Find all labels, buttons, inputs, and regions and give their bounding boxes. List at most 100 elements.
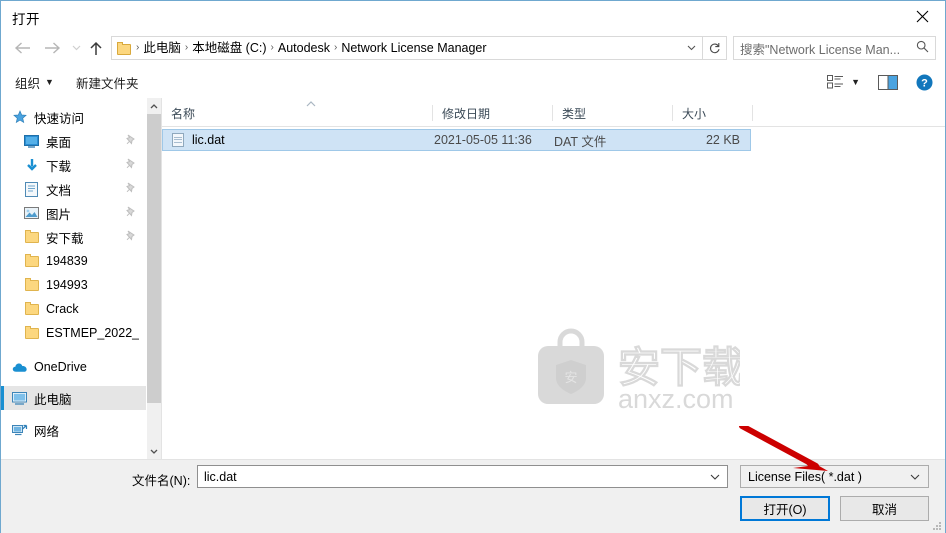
close-button[interactable] bbox=[899, 1, 945, 31]
file-name-label: lic.dat bbox=[192, 133, 225, 147]
column-header-name[interactable]: 名称 bbox=[162, 101, 433, 125]
forward-arrow-icon bbox=[44, 42, 60, 54]
watermark-cn-text: 安下载 bbox=[618, 343, 740, 392]
filename-input[interactable]: lic.dat bbox=[197, 465, 728, 488]
toolbar: 组织 ▼ 新建文件夹 ▼ ? bbox=[1, 66, 945, 98]
up-button[interactable] bbox=[85, 32, 107, 64]
sidebar-item-estmep-2022[interactable]: ESTMEP_2022_ bbox=[1, 321, 146, 345]
scroll-down-icon[interactable] bbox=[147, 443, 161, 459]
navigation-bar: › 此电脑 › 本地磁盘 (C:) › Autodesk › Network L… bbox=[1, 32, 945, 64]
sidebar-item-label: 桌面 bbox=[46, 135, 72, 150]
table-row[interactable]: lic.dat 2021-05-05 11:36 DAT 文件 22 KB bbox=[162, 129, 751, 151]
open-button[interactable]: 打开(O) bbox=[740, 496, 830, 521]
sidebar-item-194993[interactable]: 194993 bbox=[1, 273, 146, 297]
sidebar-item-194839[interactable]: 194839 bbox=[1, 249, 146, 273]
sidebar-item-onedrive[interactable]: OneDrive bbox=[1, 355, 146, 379]
pin-icon[interactable] bbox=[125, 206, 136, 220]
sidebar-item-documents[interactable]: 文档 bbox=[1, 177, 146, 201]
sidebar-item-label: Crack bbox=[46, 302, 79, 316]
watermark-en-text: anxz.com bbox=[618, 384, 734, 414]
dat-file-icon bbox=[172, 132, 185, 148]
file-list-pane[interactable]: 名称 修改日期 类型 大小 lic.dat 2021-05-05 11:36 D… bbox=[162, 98, 945, 459]
chevron-down-icon: ▼ bbox=[851, 76, 860, 87]
scroll-up-icon[interactable] bbox=[147, 98, 161, 114]
file-type-cell: DAT 文件 bbox=[554, 134, 607, 149]
folder-icon bbox=[23, 253, 40, 269]
sidebar-item-label: 安下载 bbox=[46, 231, 84, 246]
dialog-body: 快速访问 桌面 下载 文档 图片 安下载 194839 194993 Crack… bbox=[1, 98, 945, 459]
forward-button[interactable] bbox=[39, 32, 65, 64]
pin-icon[interactable] bbox=[125, 158, 136, 172]
pin-icon[interactable] bbox=[125, 230, 136, 244]
preview-pane-icon bbox=[878, 74, 898, 90]
folder-icon bbox=[23, 229, 40, 245]
sidebar-item-anxiazai[interactable]: 安下载 bbox=[1, 225, 146, 249]
search-icon bbox=[916, 40, 929, 56]
sidebar-item-crack[interactable]: Crack bbox=[1, 297, 146, 321]
watermark-badge-text: 安 bbox=[564, 371, 577, 386]
sidebar-item-label: 网络 bbox=[34, 424, 60, 439]
folder-icon bbox=[23, 325, 40, 341]
column-header-size[interactable]: 大小 bbox=[673, 101, 753, 125]
view-options-icon bbox=[827, 75, 844, 89]
organize-button[interactable]: 组织 ▼ bbox=[15, 73, 54, 92]
new-folder-label: 新建文件夹 bbox=[75, 76, 139, 91]
sidebar-item-downloads[interactable]: 下载 bbox=[1, 153, 146, 177]
sidebar-item-label: 此电脑 bbox=[34, 392, 72, 407]
folder-icon bbox=[117, 41, 133, 55]
filter-value: License Files( *.dat ) bbox=[748, 469, 862, 484]
recent-locations-button[interactable] bbox=[67, 32, 85, 64]
filter-dropdown[interactable]: License Files( *.dat ) bbox=[740, 465, 929, 488]
address-bar[interactable]: › 此电脑 › 本地磁盘 (C:) › Autodesk › Network L… bbox=[111, 36, 703, 60]
pin-icon[interactable] bbox=[125, 182, 136, 196]
preview-pane-button[interactable] bbox=[878, 74, 898, 90]
sidebar-item-pictures[interactable]: 图片 bbox=[1, 201, 146, 225]
sidebar-scrollbar[interactable] bbox=[146, 98, 161, 459]
back-arrow-icon bbox=[14, 42, 30, 54]
pictures-icon bbox=[23, 205, 40, 221]
filename-dropdown-button[interactable] bbox=[710, 471, 720, 483]
column-label: 类型 bbox=[562, 106, 587, 121]
sidebar-item-this-pc[interactable]: 此电脑 bbox=[1, 386, 146, 410]
sidebar-item-label: 快速访问 bbox=[34, 111, 85, 126]
address-dropdown-button[interactable] bbox=[680, 42, 702, 54]
folder-icon bbox=[23, 277, 40, 293]
column-headers: 名称 修改日期 类型 大小 bbox=[162, 101, 945, 127]
breadcrumb-item-local-disk[interactable]: 本地磁盘 (C:) bbox=[189, 37, 269, 59]
breadcrumb-item-this-pc[interactable]: 此电脑 bbox=[140, 37, 184, 59]
scrollbar-thumb[interactable] bbox=[147, 114, 161, 403]
search-input[interactable]: 搜索"Network License Man... bbox=[740, 39, 900, 58]
view-options-button[interactable]: ▼ bbox=[827, 75, 860, 89]
back-button[interactable] bbox=[9, 32, 35, 64]
refresh-button[interactable] bbox=[703, 36, 727, 60]
onedrive-icon bbox=[11, 359, 28, 375]
open-button-label: 打开(O) bbox=[763, 503, 807, 517]
sidebar-item-network[interactable]: 网络 bbox=[1, 418, 146, 442]
sidebar-item-label: ESTMEP_2022_ bbox=[46, 326, 140, 340]
chevron-down-icon: ▼ bbox=[45, 76, 54, 87]
sidebar-item-quick-access[interactable]: 快速访问 bbox=[1, 105, 146, 129]
file-name-cell: lic.dat bbox=[172, 130, 225, 150]
sidebar-item-label: 194993 bbox=[46, 278, 88, 292]
filename-value[interactable]: lic.dat bbox=[204, 470, 237, 484]
breadcrumb-item-network-license-manager[interactable]: Network License Manager bbox=[338, 37, 489, 59]
column-header-date-modified[interactable]: 修改日期 bbox=[433, 101, 553, 125]
breadcrumb-item-autodesk[interactable]: Autodesk bbox=[275, 37, 333, 59]
sidebar-item-label: 下载 bbox=[46, 159, 72, 174]
sidebar-item-label: 194839 bbox=[46, 254, 88, 268]
search-box[interactable]: 搜索"Network License Man... bbox=[733, 36, 936, 60]
column-header-type[interactable]: 类型 bbox=[553, 101, 673, 125]
resize-grip[interactable] bbox=[932, 521, 942, 531]
help-icon: ? bbox=[916, 74, 933, 90]
star-icon bbox=[11, 109, 28, 125]
filename-label: 文件名(N): bbox=[132, 474, 191, 488]
cancel-button[interactable]: 取消 bbox=[840, 496, 929, 521]
navigation-pane[interactable]: 快速访问 桌面 下载 文档 图片 安下载 194839 194993 Crack… bbox=[1, 98, 146, 459]
pin-icon[interactable] bbox=[125, 134, 136, 148]
sidebar-item-desktop[interactable]: 桌面 bbox=[1, 129, 146, 153]
watermark: 安 安下载 anxz.com bbox=[530, 324, 745, 414]
new-folder-button[interactable]: 新建文件夹 bbox=[76, 73, 139, 92]
help-button[interactable]: ? bbox=[916, 74, 933, 91]
file-date-cell: 2021-05-05 11:36 bbox=[434, 133, 532, 147]
desktop-icon bbox=[23, 133, 40, 149]
